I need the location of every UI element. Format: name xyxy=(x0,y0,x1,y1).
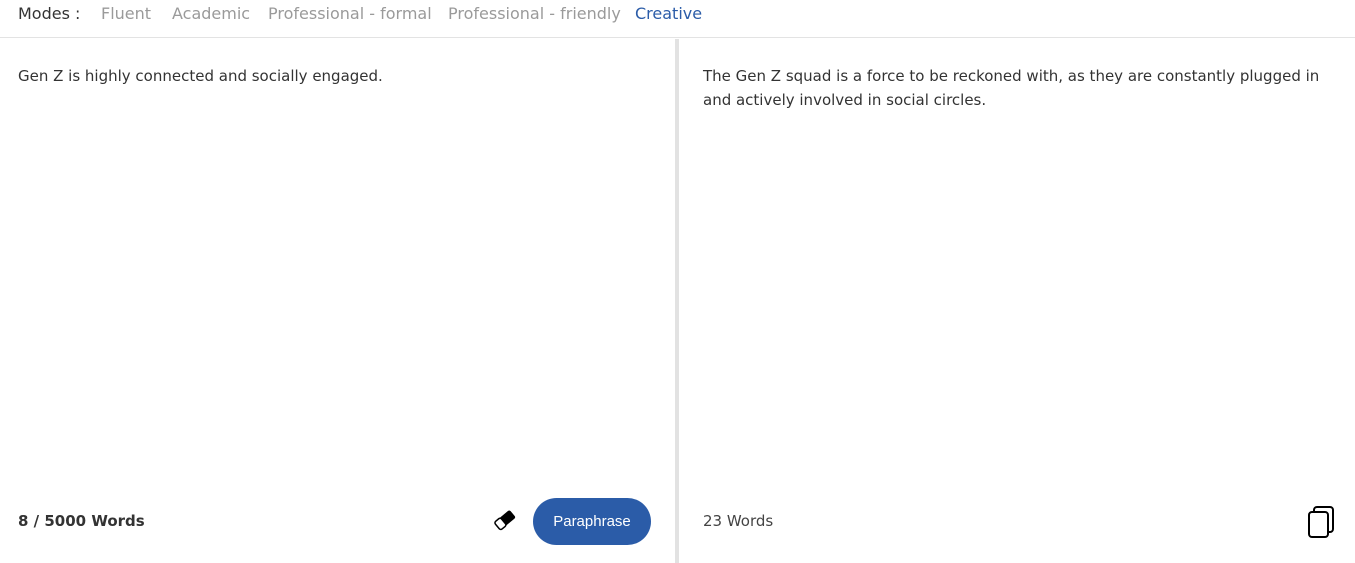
output-word-count: 23 Words xyxy=(703,512,774,530)
input-word-count: 8 / 5000 Words xyxy=(18,512,145,530)
tab-academic[interactable]: Academic xyxy=(172,5,250,23)
modes-label: Modes : xyxy=(18,4,81,23)
tab-fluent[interactable]: Fluent xyxy=(101,5,151,23)
tab-creative[interactable]: Creative xyxy=(635,5,702,23)
copy-icon[interactable] xyxy=(1306,505,1336,539)
tab-professional-formal[interactable]: Professional - formal xyxy=(268,5,432,23)
input-text-area[interactable]: Gen Z is highly connected and socially e… xyxy=(18,64,658,88)
panel-divider xyxy=(675,39,679,563)
paraphrase-button[interactable]: Paraphrase xyxy=(533,498,651,545)
eraser-icon[interactable] xyxy=(492,507,518,533)
tab-professional-friendly[interactable]: Professional - friendly xyxy=(448,5,621,23)
modes-bar: Modes : Fluent Academic Professional - f… xyxy=(0,0,1355,38)
output-text-area: The Gen Z squad is a force to be reckone… xyxy=(703,67,1320,109)
